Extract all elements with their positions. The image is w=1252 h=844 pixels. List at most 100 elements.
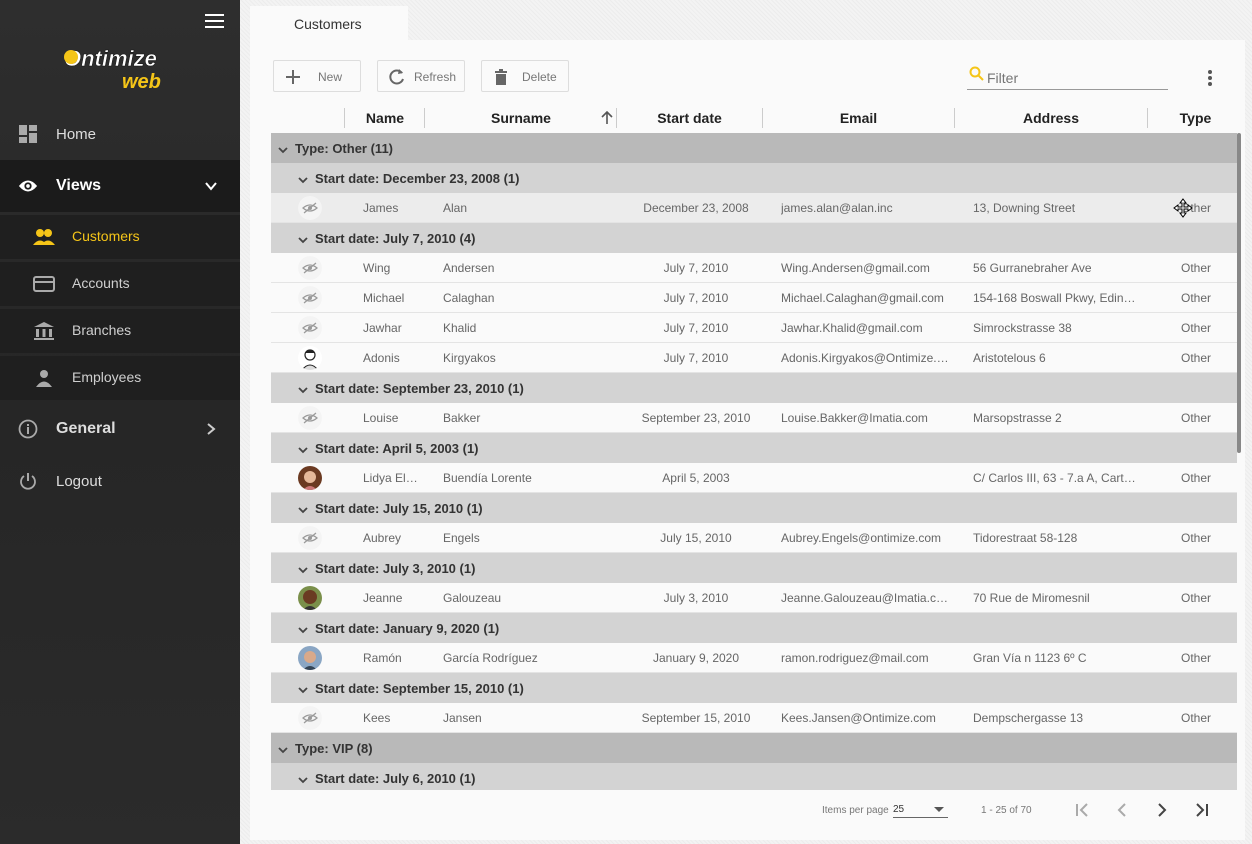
column-header-start-date[interactable]: Start date: [617, 102, 762, 134]
table-row[interactable]: Michael Calaghan July 7, 2010 Michael.Calag…: [271, 283, 1237, 313]
group-label: Start date: April 5, 2003 (1): [315, 441, 479, 456]
column-header-address[interactable]: Address: [955, 102, 1147, 134]
delete-button-label: Delete: [522, 70, 557, 84]
cell-email: james.alan@alan.inc: [781, 201, 893, 215]
previous-page-icon[interactable]: [1110, 798, 1134, 822]
sidebar-item-home[interactable]: Home: [0, 116, 240, 152]
group-row-type[interactable]: Type: Other (11): [271, 133, 1237, 163]
delete-button[interactable]: Delete: [481, 60, 569, 92]
table-row[interactable]: Aubrey Engels July 15, 2010 Aubrey.Engels@o…: [271, 523, 1237, 553]
avatar: [298, 346, 322, 370]
credit-card-icon: [33, 276, 55, 292]
table-row[interactable]: Kees Jansen September 15, 2010 Kees.Jansen@…: [271, 703, 1237, 733]
group-row-date[interactable]: Start date: July 15, 2010 (1): [271, 493, 1237, 523]
cell-start-date: July 7, 2010: [663, 351, 729, 365]
people-icon: [33, 229, 55, 245]
refresh-icon: [389, 69, 404, 85]
items-per-page-label: Items per page: [822, 805, 889, 816]
table-row[interactable]: Lidya Elena Buendía Lorente April 5, 2003 C…: [271, 463, 1237, 493]
cell-address: Aristotelous 6: [973, 351, 1046, 365]
chevron-down-icon: [298, 563, 308, 574]
filter-field[interactable]: [967, 64, 1168, 90]
group-label: Start date: September 23, 2010 (1): [315, 381, 524, 396]
svg-text:web: web: [122, 71, 161, 93]
table-row[interactable]: Jawhar Khalid July 7, 2010 Jawhar.Khalid@gm…: [271, 313, 1237, 343]
avatar: [298, 586, 322, 610]
group-row-date[interactable]: Start date: July 3, 2010 (1): [271, 553, 1237, 583]
column-header-surname[interactable]: Surname: [425, 102, 617, 134]
cell-email: Wing.Andersen@gmail.com: [781, 261, 930, 275]
page-size-select[interactable]: 25: [893, 802, 948, 818]
cell-type: Other: [1181, 291, 1212, 305]
next-page-icon[interactable]: [1150, 798, 1174, 822]
group-row-date[interactable]: Start date: July 7, 2010 (4): [271, 223, 1237, 253]
refresh-button[interactable]: Refresh: [377, 60, 465, 92]
cell-address: Dempschergasse 13: [973, 711, 1084, 725]
column-header-email[interactable]: Email: [763, 102, 954, 134]
last-page-icon[interactable]: [1190, 798, 1214, 822]
sidebar-item-customers[interactable]: Customers: [0, 215, 240, 259]
sidebar-item-accounts[interactable]: Accounts: [0, 262, 240, 306]
cell-address: 13, Downing Street: [973, 201, 1076, 215]
ontimize-web-logo: Ontimize web: [64, 46, 161, 93]
table-row[interactable]: Wing Andersen July 7, 2010 Wing.Andersen@gm…: [271, 253, 1237, 283]
paginator: Items per page 25 1 - 25 of 70: [250, 798, 1245, 834]
cell-type: Other: [1181, 651, 1212, 665]
group-row-date[interactable]: Start date: September 15, 2010 (1): [271, 673, 1237, 703]
dropdown-arrow-icon: [934, 807, 944, 812]
table-row[interactable]: Adonis Kirgyakos July 7, 2010 Adonis.Kirgya…: [271, 343, 1237, 373]
group-label: Start date: July 3, 2010 (1): [315, 561, 476, 576]
table-row[interactable]: James Alan December 23, 2008 james.alan@ala…: [271, 193, 1237, 223]
cell-name: Lidya Elena: [363, 471, 419, 485]
cell-name: James: [363, 201, 399, 215]
cell-start-date: July 7, 2010: [663, 261, 729, 275]
group-row-type[interactable]: Type: VIP (8): [271, 733, 1237, 763]
tab-customers[interactable]: Customers: [250, 6, 408, 42]
menu-icon[interactable]: [205, 14, 224, 28]
table-row[interactable]: Louise Bakker September 23, 2010 Louise.Bak…: [271, 403, 1237, 433]
chevron-down-icon: [298, 503, 308, 514]
more-vert-icon[interactable]: [1200, 68, 1220, 88]
person-icon: [36, 370, 52, 387]
avatar: [298, 256, 322, 280]
new-button[interactable]: New: [273, 60, 361, 92]
cell-start-date: July 3, 2010: [663, 591, 729, 605]
cell-email: Michael.Calaghan@gmail.com: [781, 291, 944, 305]
chevron-down-icon: [298, 623, 308, 634]
chevron-down-icon: [298, 443, 308, 454]
group-row-date[interactable]: Start date: December 23, 2008 (1): [271, 163, 1237, 193]
column-header-type[interactable]: Type: [1148, 102, 1243, 134]
cell-type: Other: [1181, 531, 1212, 545]
group-row-date[interactable]: Start date: July 6, 2010 (1): [271, 763, 1237, 790]
group-row-date[interactable]: Start date: September 23, 2010 (1): [271, 373, 1237, 403]
cell-start-date: September 15, 2010: [641, 711, 751, 725]
cell-name: Louise: [363, 411, 399, 425]
sidebar-item-branches[interactable]: Branches: [0, 309, 240, 353]
sidebar-item-logout[interactable]: Logout: [0, 462, 240, 500]
sidebar-item-label: Views: [56, 177, 102, 194]
avatar: [298, 646, 322, 670]
cell-surname: Khalid: [443, 321, 477, 335]
cell-email: Aubrey.Engels@ontimize.com: [781, 531, 942, 545]
cell-email: Jeanne.Galouzeau@Imatia.com: [781, 591, 951, 605]
sidebar-item-general[interactable]: General: [0, 410, 240, 448]
cell-email: Kees.Jansen@Ontimize.com: [781, 711, 936, 725]
avatar: [298, 316, 322, 340]
cell-address: Marsopstrasse 2: [973, 411, 1062, 425]
vertical-scrollbar[interactable]: [1237, 133, 1241, 453]
table-row[interactable]: Ramón García Rodríguez January 9, 2020 ramo…: [271, 643, 1237, 673]
search-icon: [969, 66, 984, 81]
main-area: Customers New Refresh Delete Name Surnam…: [240, 0, 1252, 844]
cell-start-date: July 15, 2010: [660, 531, 732, 545]
cell-surname: Galouzeau: [443, 591, 502, 605]
filter-input[interactable]: [987, 70, 1163, 86]
group-row-date[interactable]: Start date: January 9, 2020 (1): [271, 613, 1237, 643]
sidebar-item-employees[interactable]: Employees: [0, 356, 240, 400]
column-header-name[interactable]: Name: [345, 102, 425, 134]
table-row[interactable]: Jeanne Galouzeau July 3, 2010 Jeanne.Galouz…: [271, 583, 1237, 613]
group-label: Start date: December 23, 2008 (1): [315, 171, 520, 186]
first-page-icon[interactable]: [1070, 798, 1094, 822]
group-row-date[interactable]: Start date: April 5, 2003 (1): [271, 433, 1237, 463]
cell-type: Other: [1181, 471, 1212, 485]
sidebar-item-views[interactable]: Views: [0, 160, 240, 212]
